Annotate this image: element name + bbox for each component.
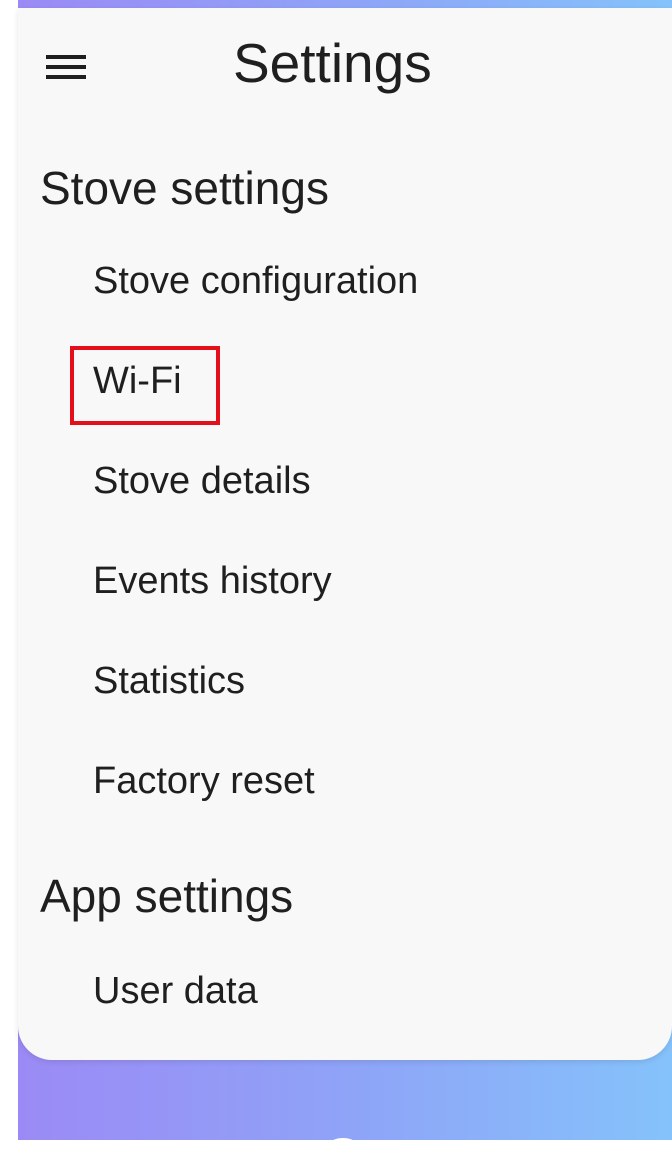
menu-item-statistics[interactable]: Statistics: [93, 662, 245, 700]
menu-icon[interactable]: [46, 52, 86, 82]
section-title-app-settings: App settings: [40, 870, 294, 922]
menu-icon-line: [46, 65, 86, 69]
settings-panel: Settings Stove settings Stove configurat…: [18, 8, 672, 1060]
menu-item-events-history[interactable]: Events history: [93, 562, 332, 600]
menu-item-stove-details[interactable]: Stove details: [93, 462, 311, 500]
menu-icon-line: [46, 75, 86, 79]
menu-item-wifi[interactable]: Wi-Fi: [93, 362, 182, 400]
menu-item-stove-configuration[interactable]: Stove configuration: [93, 262, 418, 300]
menu-item-user-data[interactable]: User data: [93, 972, 258, 1010]
menu-item-factory-reset[interactable]: Factory reset: [93, 762, 315, 800]
page-title: Settings: [233, 32, 432, 94]
menu-icon-line: [46, 55, 86, 59]
home-indicator[interactable]: [322, 1138, 364, 1158]
section-title-stove-settings: Stove settings: [40, 162, 329, 214]
